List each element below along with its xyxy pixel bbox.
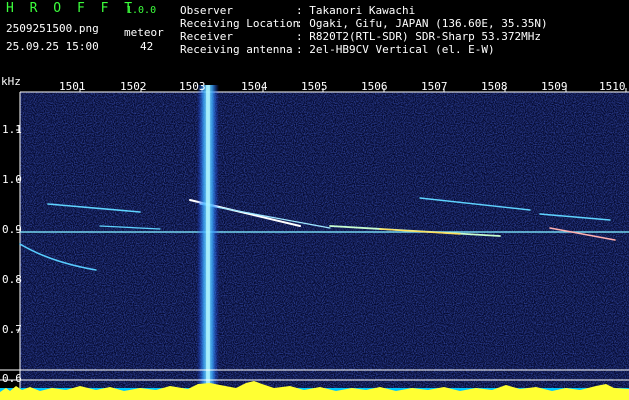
image-filename: 2509251500.png [6,22,99,35]
antenna-value: : 2el-HB9CV Vertical (el. E-W) [296,43,495,56]
y-tick-label: 0.8 [2,273,22,286]
x-tick-label: 1506 [361,80,388,93]
y-tick-label: 1.0 [2,173,22,186]
x-tick-label: 1509 [541,80,568,93]
y-axis-unit: kHz [1,75,21,88]
location-label: Receiving Location [180,17,300,30]
antenna-label: Receiving antenna [180,43,293,56]
x-tick-label: 1501 [59,80,86,93]
spectrogram [0,85,629,400]
x-tick-label: 1507 [421,80,448,93]
app-title: H R O F F T [6,1,137,16]
y-tick-label: 0.9 [2,223,22,236]
y-tick-label: 1.1 [2,123,22,136]
observer-label: Observer [180,4,233,17]
vertical-echo-core [206,85,210,395]
x-tick-label: 1502 [120,80,147,93]
image-timestamp: 25.09.25 15:00 [6,40,99,53]
x-tick-label: 1503 [179,80,206,93]
meteor-label: meteor [124,26,164,39]
receiver-label: Receiver [180,30,233,43]
y-tick-label: 0.7 [2,323,22,336]
meteor-count: 42 [140,40,154,53]
x-tick-label: 1504 [241,80,268,93]
y-tick-label: 0.6 [2,372,22,385]
location-value: : Ogaki, Gifu, JAPAN (136.60E, 35.35N) [296,17,548,30]
noise-texture [20,92,629,392]
x-tick-label: 1508 [481,80,508,93]
receiver-value: : R820T2(RTL-SDR) SDR-Sharp 53.372MHz [296,30,542,43]
y-tick-marks [16,129,20,381]
observer-value: : Takanori Kawachi [296,4,416,17]
x-tick-label: 1510 [599,80,626,93]
x-tick-label: 1505 [301,80,328,93]
app-version: 1.0.0 [126,5,157,16]
